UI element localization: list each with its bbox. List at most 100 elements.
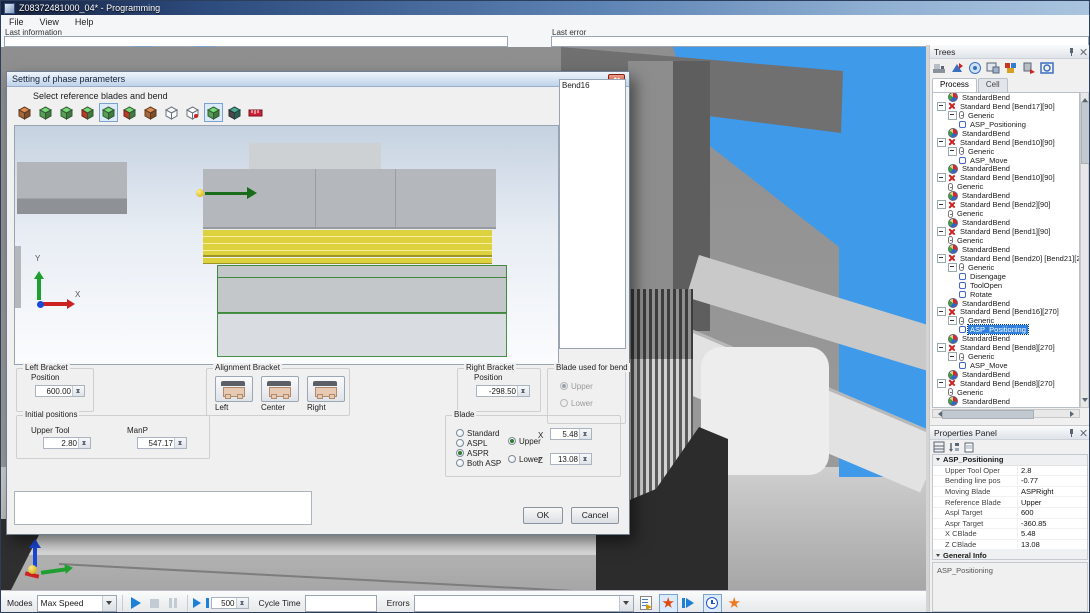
cube-green-selected-icon[interactable] <box>99 103 118 122</box>
trees-panel-title-bar[interactable]: Trees <box>930 45 1090 59</box>
scrollbar-thumb[interactable] <box>942 410 1034 419</box>
report-export-button[interactable] <box>637 594 656 613</box>
property-row[interactable]: Z CBlade13.08 <box>933 540 1087 551</box>
blade-x-field[interactable]: 5.48 <box>550 428 592 440</box>
close-icon[interactable] <box>1079 48 1087 56</box>
tree-item-generic[interactable]: Generic <box>933 182 1079 191</box>
collapse-icon[interactable] <box>948 147 957 156</box>
dialog-title-bar[interactable]: Setting of phase parameters <box>7 72 629 87</box>
tree-item-generic[interactable]: Generic <box>933 263 1079 272</box>
cube-wireframe-icon[interactable] <box>162 103 181 122</box>
spinner-arrows-icon[interactable] <box>517 386 529 396</box>
tree-item-standardbend[interactable]: StandardBend <box>933 299 1079 308</box>
cycle-timer-button[interactable] <box>703 594 722 613</box>
tree-item-standardbend[interactable]: StandardBend <box>933 370 1079 379</box>
tree-item-standardbend[interactable]: StandardBend <box>933 218 1079 227</box>
pin-icon[interactable] <box>1068 48 1075 55</box>
left-bracket-position-field[interactable]: 600.00 <box>35 385 85 397</box>
step-mode-button[interactable] <box>681 594 700 613</box>
alphabetical-sort-icon[interactable] <box>948 441 960 453</box>
collapse-icon[interactable] <box>937 307 946 316</box>
property-row[interactable]: Moving BladeASPRight <box>933 487 1087 498</box>
property-category[interactable]: ASP_Positioning <box>933 455 1087 466</box>
collapse-icon[interactable] <box>937 102 946 111</box>
collapse-icon[interactable] <box>937 138 946 147</box>
tree-item-standardbend[interactable]: StandardBend <box>933 245 1079 254</box>
cube-brown-icon[interactable] <box>15 103 34 122</box>
tree-item-standard-bend-bend17-90-[interactable]: Standard Bend [Bend17][90] <box>933 102 1079 111</box>
collapse-icon[interactable] <box>937 173 946 182</box>
monitor-icon[interactable] <box>986 61 1000 75</box>
tree-item-asp-move[interactable]: ASP_Move <box>933 156 1079 165</box>
step-button[interactable] <box>193 594 211 612</box>
blade-type-both-asp-radio[interactable]: Both ASP <box>456 458 501 468</box>
bend-list[interactable]: Bend16 <box>559 79 626 349</box>
cube-wireframe-refresh-icon[interactable] <box>183 103 202 122</box>
collision-flash-button[interactable] <box>725 594 744 613</box>
collapse-icon[interactable] <box>948 316 957 325</box>
property-row[interactable]: Upper Tool Oper2.8 <box>933 466 1087 477</box>
property-row[interactable]: Aspl Target600 <box>933 508 1087 519</box>
tree-item-generic[interactable]: Generic <box>933 209 1079 218</box>
property-category[interactable]: General Info <box>933 550 1087 560</box>
categorized-icon[interactable] <box>933 441 945 453</box>
tree-horizontal-scrollbar[interactable] <box>932 409 1080 418</box>
spinner-arrows-icon[interactable] <box>579 429 591 439</box>
tree-item-generic[interactable]: Generic <box>933 316 1079 325</box>
sequence-icon[interactable] <box>968 61 982 75</box>
scroll-up-icon[interactable] <box>1082 95 1088 102</box>
spinner-arrows-icon[interactable] <box>174 438 186 448</box>
tree-item-asp-move[interactable]: ASP_Move <box>933 361 1079 370</box>
cycle-time-field[interactable] <box>305 595 377 612</box>
tree-item-toolopen[interactable]: ToolOpen <box>933 281 1079 290</box>
blade-type-aspr-radio[interactable]: ASPR <box>456 448 489 458</box>
manp-field[interactable]: 547.17 <box>137 437 187 449</box>
menu-help[interactable]: Help <box>67 17 102 27</box>
property-row[interactable]: Reference BladeUpper <box>933 497 1087 508</box>
tree-item-asp-positioning[interactable]: ASP_Positioning <box>933 325 1079 334</box>
tree-item-standard-bend-bend10-90-[interactable]: Standard Bend [Bend10][90] <box>933 173 1079 182</box>
tree-item-standard-bend-bend10-90-[interactable]: Standard Bend [Bend10][90] <box>933 138 1079 147</box>
cube-green-icon[interactable] <box>36 103 55 122</box>
upper-tool-field[interactable]: 2.80 <box>43 437 91 449</box>
cancel-button[interactable]: Cancel <box>571 507 619 524</box>
tree-item-standard-bend-bend1-90-[interactable]: Standard Bend [Bend1][90] <box>933 227 1079 236</box>
scrollbar-thumb[interactable] <box>1081 102 1090 164</box>
cube-teal-icon[interactable] <box>225 103 244 122</box>
errors-dropdown[interactable] <box>414 595 634 612</box>
tree-item-standardbend[interactable]: StandardBend <box>933 397 1079 406</box>
property-row[interactable]: X CBlade5.48 <box>933 529 1087 540</box>
blade-type-aspl-radio[interactable]: ASPL <box>456 438 487 448</box>
collapse-icon[interactable] <box>937 200 946 209</box>
tree-item-standard-bend-bend8-270-[interactable]: Standard Bend [Bend8][270] <box>933 379 1079 388</box>
title-bar[interactable]: Z08372481000_04* - Programming <box>1 1 1090 15</box>
tree-item-standardbend[interactable]: StandardBend <box>933 93 1079 102</box>
tree-item-generic[interactable]: Generic <box>933 111 1079 120</box>
collision-check-button[interactable] <box>659 594 678 613</box>
cube-green2-icon[interactable] <box>57 103 76 122</box>
tree-item-standardbend[interactable]: StandardBend <box>933 165 1079 174</box>
process-tree[interactable]: StandardBendStandard Bend [Bend17][90]Ge… <box>932 92 1080 408</box>
collapse-icon[interactable] <box>937 343 946 352</box>
spinner-arrows-icon[interactable] <box>78 438 90 448</box>
pause-button[interactable] <box>164 594 182 612</box>
tree-item-standard-bend-bend16-270-[interactable]: Standard Bend [Bend16][270] <box>933 308 1079 317</box>
tab-process[interactable]: Process <box>932 78 977 92</box>
close-icon[interactable] <box>1079 429 1087 437</box>
spinner-arrows-icon[interactable] <box>579 454 591 464</box>
collapse-icon[interactable] <box>937 227 946 236</box>
spinner-arrows-icon[interactable] <box>236 598 248 608</box>
collapse-icon[interactable] <box>948 111 957 120</box>
blade-type-standard-radio[interactable]: Standard <box>456 428 499 438</box>
play-button[interactable] <box>128 594 146 612</box>
tree-item-standardbend[interactable]: StandardBend <box>933 191 1079 200</box>
alignment-right-button[interactable] <box>307 376 345 402</box>
collapse-icon[interactable] <box>948 263 957 272</box>
stop-button[interactable] <box>146 594 164 612</box>
property-grid[interactable]: ASP_PositioningUpper Tool Oper2.8Bending… <box>932 454 1088 560</box>
right-bracket-position-field[interactable]: -298.50 <box>476 385 530 397</box>
alignment-left-button[interactable] <box>215 376 253 402</box>
collapse-icon[interactable] <box>937 254 946 263</box>
tree-item-standard-bend-bend8-270-[interactable]: Standard Bend [Bend8][270] <box>933 343 1079 352</box>
ok-button[interactable]: OK <box>523 507 563 524</box>
